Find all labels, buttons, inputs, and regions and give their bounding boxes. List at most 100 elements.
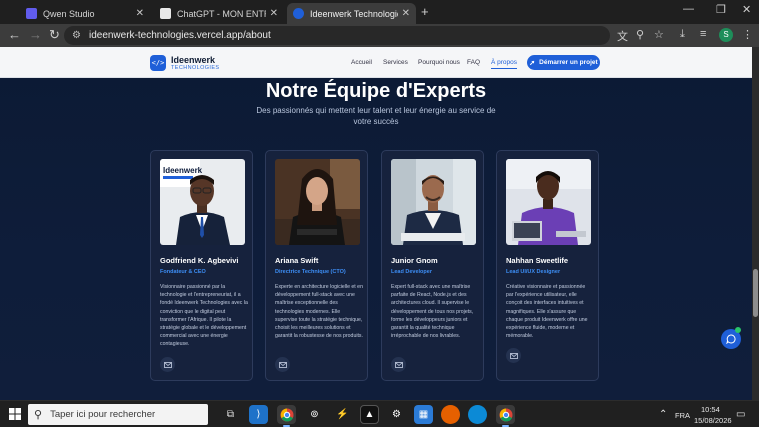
new-tab-button[interactable]: +	[421, 4, 429, 19]
team-card: Nahhan Sweetlife Lead UI/UX Designer Cré…	[496, 150, 599, 381]
photo-banner-text: Ideenwerk	[163, 166, 203, 175]
page-scrollbar[interactable]	[752, 47, 759, 400]
member-role: Lead Developer	[391, 269, 432, 275]
team-card: Ideenwerk Godfriend K. Agbevivi Fondateu…	[150, 150, 253, 381]
notifications-icon[interactable]: ▭	[736, 409, 745, 420]
team-card: Ariana Swift Directrice Technique (CTO) …	[265, 150, 368, 381]
close-icon[interactable]: ✕	[270, 8, 278, 19]
edge-icon[interactable]	[468, 405, 487, 424]
member-bio: Visionnaire passionné par la technologie…	[160, 284, 248, 348]
member-name: Ariana Swift	[275, 256, 319, 265]
tab-title: Qwen Studio	[43, 8, 95, 19]
member-photo	[391, 159, 476, 245]
scrollbar-thumb[interactable]	[753, 269, 758, 317]
mail-icon	[163, 361, 172, 368]
member-name: Godfriend K. Agbevivi	[160, 256, 239, 265]
chat-icon	[726, 334, 736, 344]
input-language[interactable]: FRA	[675, 411, 690, 420]
nav-pourquoi-nous[interactable]: Pourquoi nous	[418, 59, 460, 66]
site-icon	[293, 8, 304, 19]
chrome-profile-icon[interactable]	[496, 405, 515, 427]
download-icon[interactable]: ⤓	[680, 28, 685, 41]
member-photo	[275, 159, 360, 245]
nav-a-propos[interactable]: À propos	[491, 59, 518, 69]
settings-gear-icon[interactable]: ⚙	[387, 405, 406, 424]
email-button[interactable]	[275, 357, 290, 372]
translate-icon[interactable]: 文	[617, 28, 628, 44]
address-bar[interactable]: ⚙ ideenwerk-technologies.vercel.app/abou…	[64, 26, 610, 45]
start-project-button[interactable]: ➚ Démarrer un projet	[527, 55, 600, 70]
chrome-logo	[499, 408, 512, 421]
taskbar-search-placeholder: Taper ici pour rechercher	[50, 409, 156, 420]
back-icon[interactable]: ←	[8, 27, 21, 42]
team-section-subtitle: Des passionnés qui mettent leur talent e…	[256, 106, 496, 126]
clock-time[interactable]: 10:54	[701, 405, 720, 414]
mail-icon	[278, 361, 287, 368]
logo-name[interactable]: Ideenwerk	[171, 55, 215, 65]
tab-title: ChatGPT - MON ENTREPRISE IDE	[177, 8, 266, 19]
mail-icon	[509, 352, 518, 359]
taskbar-search[interactable]: ⚲ Taper ici pour rechercher	[28, 404, 208, 425]
reload-icon[interactable]: ↻	[49, 27, 60, 43]
logo-subtitle: TECHNOLOGIES	[171, 65, 220, 71]
forward-icon[interactable]: →	[29, 27, 42, 42]
windows-start-icon[interactable]	[9, 408, 21, 420]
menu-kebab-icon[interactable]: ⋮	[742, 28, 753, 41]
maximize-button[interactable]: ❐	[716, 3, 726, 16]
chrome-icon[interactable]	[277, 405, 296, 427]
rocket-icon: ➚	[529, 59, 536, 67]
browser-tab-strip: Qwen Studio ✕ ChatGPT - MON ENTREPRISE I…	[0, 0, 759, 24]
team-section-title: Notre Équipe d'Experts	[265, 80, 487, 102]
tab-chatgpt[interactable]: ChatGPT - MON ENTREPRISE IDE ✕	[154, 3, 284, 24]
site-header: </> Ideenwerk TECHNOLOGIES Accueil Servi…	[0, 47, 752, 78]
member-bio: Créative visionnaire et passionnée par l…	[506, 284, 588, 340]
photos-icon[interactable]: ▦	[414, 405, 433, 424]
url-text: ideenwerk-technologies.vercel.app/about	[88, 30, 271, 41]
member-name: Junior Gnom	[391, 256, 438, 265]
member-photo	[506, 159, 591, 245]
minimize-button[interactable]: —	[683, 3, 694, 15]
tab-qwen-studio[interactable]: Qwen Studio ✕	[20, 3, 150, 24]
clock-date[interactable]: 15/08/2026	[694, 416, 732, 425]
nav-faq[interactable]: FAQ	[467, 59, 480, 66]
member-role: Lead UI/UX Designer	[506, 269, 561, 275]
chatgpt-icon	[160, 8, 171, 19]
qwen-icon	[26, 8, 37, 19]
close-icon[interactable]: ✕	[136, 8, 144, 19]
windows-taskbar: ⚲ Taper ici pour rechercher ⧉ ⟩ ⊚ ⚡ ▲ ⚙ …	[0, 400, 759, 427]
github-icon[interactable]: ⊚	[305, 405, 324, 424]
member-role: Directrice Technique (CTO)	[275, 269, 346, 275]
vscode-icon[interactable]: ⟩	[249, 405, 268, 424]
logo-mark[interactable]: </>	[150, 55, 166, 71]
search-icon: ⚲	[34, 409, 43, 421]
task-view-icon[interactable]: ⧉	[221, 405, 240, 424]
extensions-icon[interactable]: ≡	[700, 28, 706, 40]
nav-accueil[interactable]: Accueil	[351, 59, 372, 66]
member-role: Fondateur & CEO	[160, 269, 206, 275]
cta-label: Démarrer un projet	[539, 59, 598, 66]
mail-icon	[394, 361, 403, 368]
profile-avatar[interactable]: S	[719, 28, 733, 42]
powertoys-icon[interactable]: ⚡	[333, 405, 352, 424]
close-window-button[interactable]: ✕	[742, 3, 751, 16]
close-icon[interactable]: ✕	[402, 8, 410, 19]
email-button[interactable]	[391, 357, 406, 372]
tab-ideenwerk[interactable]: Ideenwerk Technologies - L'exce ✕	[287, 3, 416, 24]
email-button[interactable]	[160, 357, 175, 372]
online-indicator	[735, 327, 741, 333]
tab-title: Ideenwerk Technologies - L'exce	[310, 8, 398, 19]
member-photo: Ideenwerk	[160, 159, 245, 245]
firefox-icon[interactable]	[441, 405, 460, 424]
chevron-up-icon[interactable]: ⌃	[659, 409, 667, 420]
capcut-icon[interactable]: ▲	[360, 405, 379, 424]
member-bio: Experte en architecture logicielle et en…	[275, 284, 363, 340]
web-page: </> Ideenwerk TECHNOLOGIES Accueil Servi…	[0, 47, 752, 400]
site-info-icon[interactable]: ⚙	[72, 30, 81, 41]
email-button[interactable]	[506, 348, 521, 363]
nav-services[interactable]: Services	[383, 59, 408, 66]
zoom-icon[interactable]: ⚲	[636, 28, 644, 41]
browser-toolbar: ← → ↻ ⚙ ideenwerk-technologies.vercel.ap…	[0, 24, 759, 47]
team-card: Junior Gnom Lead Developer Expert full-s…	[381, 150, 484, 381]
bookmark-star-icon[interactable]: ☆	[654, 28, 664, 41]
member-bio: Expert full-stack avec une maîtrise parf…	[391, 284, 474, 340]
